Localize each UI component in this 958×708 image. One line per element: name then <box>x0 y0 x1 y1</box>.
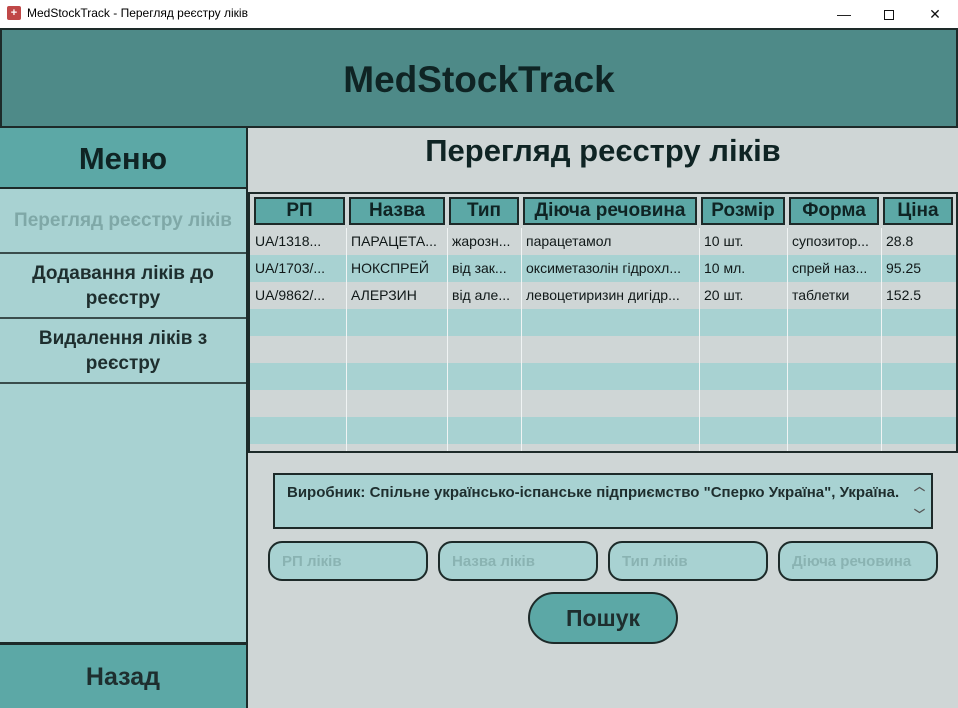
cell-substance: левоцетиризин дигідр... <box>526 287 680 303</box>
column-header-price[interactable]: Ціна <box>883 197 953 225</box>
maximize-icon <box>884 10 894 21</box>
column-divider <box>699 228 700 451</box>
column-divider <box>521 228 522 451</box>
cell-price: 152.5 <box>886 287 922 303</box>
column-divider <box>881 228 882 451</box>
cell-type: від зак... <box>452 260 507 276</box>
maximize-button[interactable] <box>866 0 912 28</box>
substance-search-input[interactable] <box>778 541 938 581</box>
empty-row <box>250 336 956 363</box>
empty-row <box>250 444 956 451</box>
empty-row <box>250 309 956 336</box>
back-button[interactable]: Назад <box>0 642 246 708</box>
table-row[interactable]: UA/9862/... АЛЕРЗИН від але... левоцетир… <box>250 282 956 309</box>
cell-rp: UA/1703/... <box>255 260 326 276</box>
table-row[interactable]: UA/1703/... НОКСПРЕЙ від зак... оксимета… <box>250 255 956 282</box>
app-title: MedStockTrack <box>343 59 615 100</box>
empty-row <box>250 417 956 444</box>
title-bar: + MedStockTrack - Перегляд реєстру ліків… <box>0 0 958 28</box>
rp-search-input[interactable] <box>268 541 428 581</box>
page-title: Перегляд реєстру ліків <box>425 133 781 168</box>
cell-type: від але... <box>452 287 511 303</box>
manufacturer-description[interactable]: Виробник: Спільне українсько-іспанське п… <box>273 473 933 529</box>
cell-rp: UA/1318... <box>255 233 322 249</box>
search-button[interactable]: Пошук <box>528 592 678 644</box>
app-window: + MedStockTrack - Перегляд реєстру ліків… <box>0 0 958 708</box>
column-header-rp[interactable]: РП <box>254 197 345 225</box>
window-title: MedStockTrack - Перегляд реєстру ліків <box>27 6 248 20</box>
column-header-size[interactable]: Розмір <box>701 197 785 225</box>
cell-rp: UA/9862/... <box>255 287 326 303</box>
sidebar: Меню Перегляд реєстру ліків Додавання лі… <box>0 128 248 708</box>
cell-size: 10 шт. <box>704 233 744 249</box>
cell-substance: парацетамол <box>526 233 612 249</box>
column-divider <box>787 228 788 451</box>
cell-name: НОКСПРЕЙ <box>351 260 429 276</box>
sidebar-item-view-registry[interactable]: Перегляд реєстру ліків <box>0 189 246 254</box>
cell-size: 10 мл. <box>704 260 746 276</box>
description-text: Виробник: Спільне українсько-іспанське п… <box>287 484 900 501</box>
empty-row <box>250 390 956 417</box>
cell-name: ПАРАЦЕТА... <box>351 233 437 249</box>
cell-substance: оксиметазолін гідрохл... <box>526 260 681 276</box>
cell-type: жарозн... <box>452 233 511 249</box>
scroll-down-icon[interactable]: ﹀ <box>914 504 925 526</box>
type-search-input[interactable] <box>608 541 768 581</box>
cell-form: спрей наз... <box>792 260 868 276</box>
scroll-up-icon[interactable]: ︿ <box>914 476 925 498</box>
sidebar-item-add-medicine[interactable]: Додавання ліків до реєстру <box>0 254 246 319</box>
cell-price: 95.25 <box>886 260 922 276</box>
column-divider <box>346 228 347 451</box>
app-header: MedStockTrack <box>0 28 958 128</box>
cell-form: таблетки <box>792 287 850 303</box>
close-button[interactable]: ✕ <box>912 0 958 28</box>
sidebar-item-delete-medicine[interactable]: Видалення ліків з реєстру <box>0 319 246 384</box>
cell-form: супозитор... <box>792 233 869 249</box>
registry-table[interactable]: РП Назва Тип Діюча речовина Розмір Форма… <box>248 192 958 453</box>
cell-size: 20 шт. <box>704 287 744 303</box>
column-header-form[interactable]: Форма <box>789 197 879 225</box>
column-divider <box>447 228 448 451</box>
menu-title: Меню <box>0 128 246 189</box>
main-content: Перегляд реєстру ліків РП Назва Тип Діюч… <box>248 128 958 708</box>
column-header-substance[interactable]: Діюча речовина <box>523 197 697 225</box>
name-search-input[interactable] <box>438 541 598 581</box>
minimize-button[interactable]: — <box>821 0 867 28</box>
cell-name: АЛЕРЗИН <box>351 287 417 303</box>
table-row[interactable]: UA/1318... ПАРАЦЕТА... жарозн... парацет… <box>250 228 956 255</box>
cell-price: 28.8 <box>886 233 914 249</box>
app-icon: + <box>7 6 21 20</box>
column-header-type[interactable]: Тип <box>449 197 519 225</box>
empty-row <box>250 363 956 390</box>
column-header-name[interactable]: Назва <box>349 197 445 225</box>
